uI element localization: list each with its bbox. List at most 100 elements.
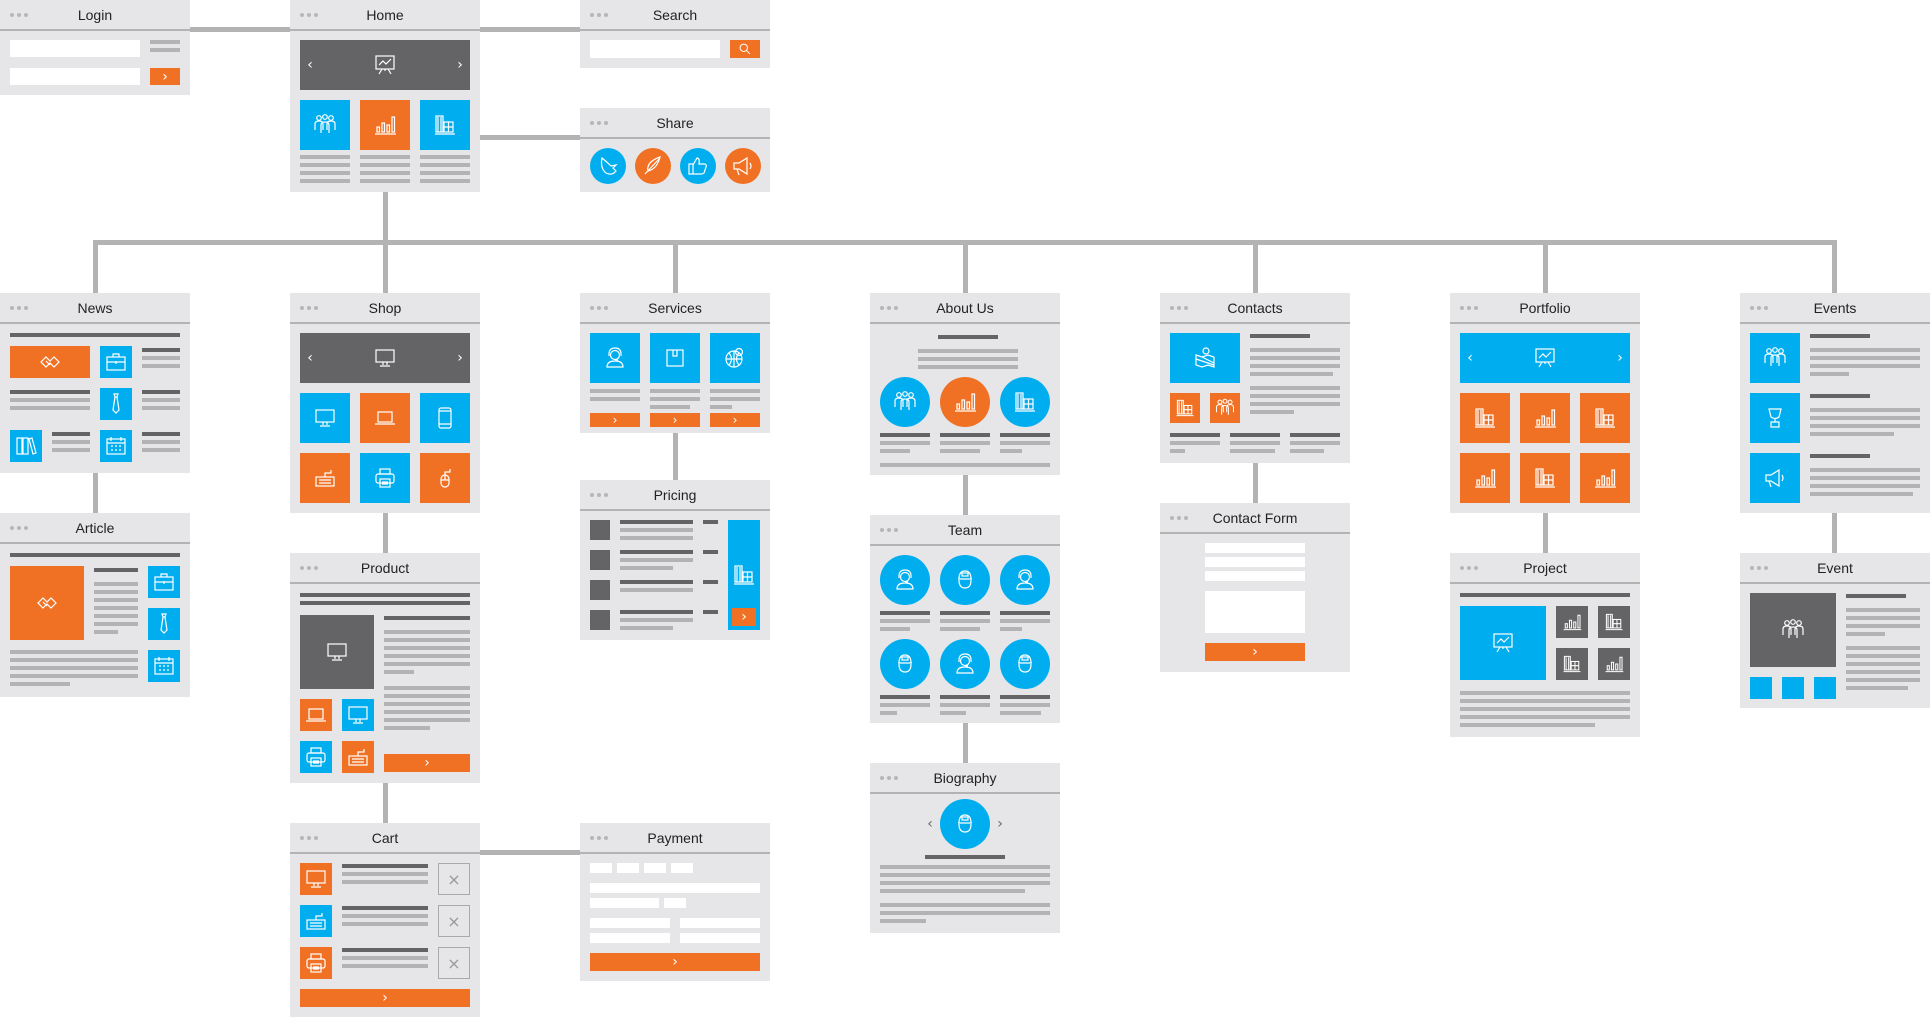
event-tile-announcement[interactable] (1750, 453, 1800, 503)
carousel-prev-icon[interactable]: ‹ (1464, 349, 1476, 367)
gallery-thumb[interactable] (1782, 677, 1804, 699)
product-tile-keyboard[interactable] (300, 453, 350, 503)
contact-tile-office[interactable] (1170, 393, 1200, 423)
page-shop[interactable]: Shop ‹ › (290, 293, 480, 513)
next-member-icon[interactable]: › (994, 815, 1006, 833)
team-member-avatar[interactable] (940, 555, 990, 605)
billing-field[interactable] (680, 918, 760, 928)
service-tile-global[interactable] (710, 333, 760, 383)
tile-buildings[interactable] (420, 100, 470, 150)
page-article[interactable]: Article (0, 513, 190, 697)
carousel-prev-icon[interactable]: ‹ (304, 349, 316, 367)
hero-carousel[interactable]: ‹ › (300, 40, 470, 90)
about-circle-chart[interactable] (940, 377, 990, 427)
event-tile-award[interactable] (1750, 393, 1800, 443)
news-tile-briefcase[interactable] (100, 346, 132, 378)
tile-team[interactable] (300, 100, 350, 150)
page-about-us[interactable]: About Us (870, 293, 1060, 475)
event-tile-meetup[interactable] (1750, 333, 1800, 383)
team-member-avatar[interactable] (1000, 555, 1050, 605)
news-tile-calendar[interactable] (100, 430, 132, 462)
billing-field[interactable] (590, 933, 670, 943)
page-contacts[interactable]: Contacts (1160, 293, 1350, 463)
carousel-next-icon[interactable]: › (454, 349, 466, 367)
card-number-field[interactable] (617, 863, 639, 873)
portfolio-item[interactable] (1460, 393, 1510, 443)
portfolio-item[interactable] (1580, 453, 1630, 503)
billing-field[interactable] (680, 933, 760, 943)
card-number-field[interactable] (644, 863, 666, 873)
service-more-button[interactable]: › (590, 413, 640, 427)
team-member-avatar[interactable] (880, 555, 930, 605)
search-button[interactable] (730, 40, 760, 58)
about-circle-team[interactable] (880, 377, 930, 427)
article-tile-calendar[interactable] (148, 650, 180, 682)
pay-button[interactable]: › (590, 953, 760, 971)
gallery-thumb[interactable] (1814, 677, 1836, 699)
page-pricing[interactable]: Pricing › (580, 480, 770, 640)
project-thumb[interactable] (1556, 648, 1588, 680)
article-tile-tie[interactable] (148, 608, 180, 640)
contact-map[interactable] (1170, 333, 1240, 383)
prev-member-icon[interactable]: ‹ (924, 815, 936, 833)
cardholder-field[interactable] (590, 883, 760, 893)
page-services[interactable]: Services › › › (580, 293, 770, 433)
tile-chart[interactable] (360, 100, 410, 150)
share-like-button[interactable] (680, 148, 716, 184)
service-tile-delivery[interactable] (650, 333, 700, 383)
shop-carousel[interactable]: ‹ › (300, 333, 470, 383)
news-tile-books[interactable] (10, 430, 42, 462)
page-share[interactable]: Share (580, 108, 770, 192)
gallery-thumb[interactable] (1750, 677, 1772, 699)
email-field[interactable] (1205, 557, 1305, 567)
message-textarea[interactable] (1205, 591, 1305, 633)
checkout-button[interactable]: › (300, 989, 470, 1007)
page-biography[interactable]: Biography ‹ › (870, 763, 1060, 933)
remove-item-button[interactable]: × (438, 863, 470, 895)
share-feather-button[interactable] (635, 148, 671, 184)
username-field[interactable] (10, 40, 140, 57)
thumb-monitor[interactable] (342, 699, 374, 731)
thumb-laptop[interactable] (300, 699, 332, 731)
share-bird-button[interactable] (590, 148, 626, 184)
page-event[interactable]: Event (1740, 553, 1930, 708)
news-tile-tie[interactable] (100, 388, 132, 420)
portfolio-item[interactable] (1520, 393, 1570, 443)
billing-field[interactable] (590, 918, 670, 928)
about-circle-buildings[interactable] (1000, 377, 1050, 427)
page-cart[interactable]: Cart × × × › (290, 823, 480, 1017)
team-member-avatar[interactable] (940, 639, 990, 689)
add-to-cart-button[interactable]: › (384, 754, 470, 772)
send-button[interactable]: › (1205, 643, 1305, 661)
page-project[interactable]: Project (1450, 553, 1640, 737)
card-number-field[interactable] (671, 863, 693, 873)
service-more-button[interactable]: › (650, 413, 700, 427)
cvv-field[interactable] (664, 898, 686, 908)
carousel-prev-icon[interactable]: ‹ (304, 56, 316, 74)
featured-news-tile[interactable] (10, 346, 90, 378)
service-more-button[interactable]: › (710, 413, 760, 427)
portfolio-item[interactable] (1580, 393, 1630, 443)
search-input[interactable] (590, 40, 720, 58)
portfolio-item[interactable] (1520, 453, 1570, 503)
page-portfolio[interactable]: Portfolio ‹ › (1450, 293, 1640, 513)
page-home[interactable]: Home ‹ › (290, 0, 480, 192)
team-member-avatar[interactable] (1000, 639, 1050, 689)
page-events[interactable]: Events (1740, 293, 1930, 513)
portfolio-item[interactable] (1460, 453, 1510, 503)
select-plan-button[interactable]: › (732, 608, 756, 626)
product-tile-printer[interactable] (360, 453, 410, 503)
project-thumb[interactable] (1598, 648, 1630, 680)
page-team[interactable]: Team (870, 515, 1060, 723)
share-announce-button[interactable] (725, 148, 761, 184)
carousel-next-icon[interactable]: › (1614, 349, 1626, 367)
article-tile-briefcase[interactable] (148, 566, 180, 598)
name-field[interactable] (1205, 543, 1305, 553)
remove-item-button[interactable]: × (438, 905, 470, 937)
subject-field[interactable] (1205, 571, 1305, 581)
portfolio-carousel[interactable]: ‹ › (1460, 333, 1630, 383)
product-tile-desktop[interactable] (300, 393, 350, 443)
thumb-printer[interactable] (300, 741, 332, 773)
page-payment[interactable]: Payment › (580, 823, 770, 981)
remove-item-button[interactable]: × (438, 947, 470, 979)
